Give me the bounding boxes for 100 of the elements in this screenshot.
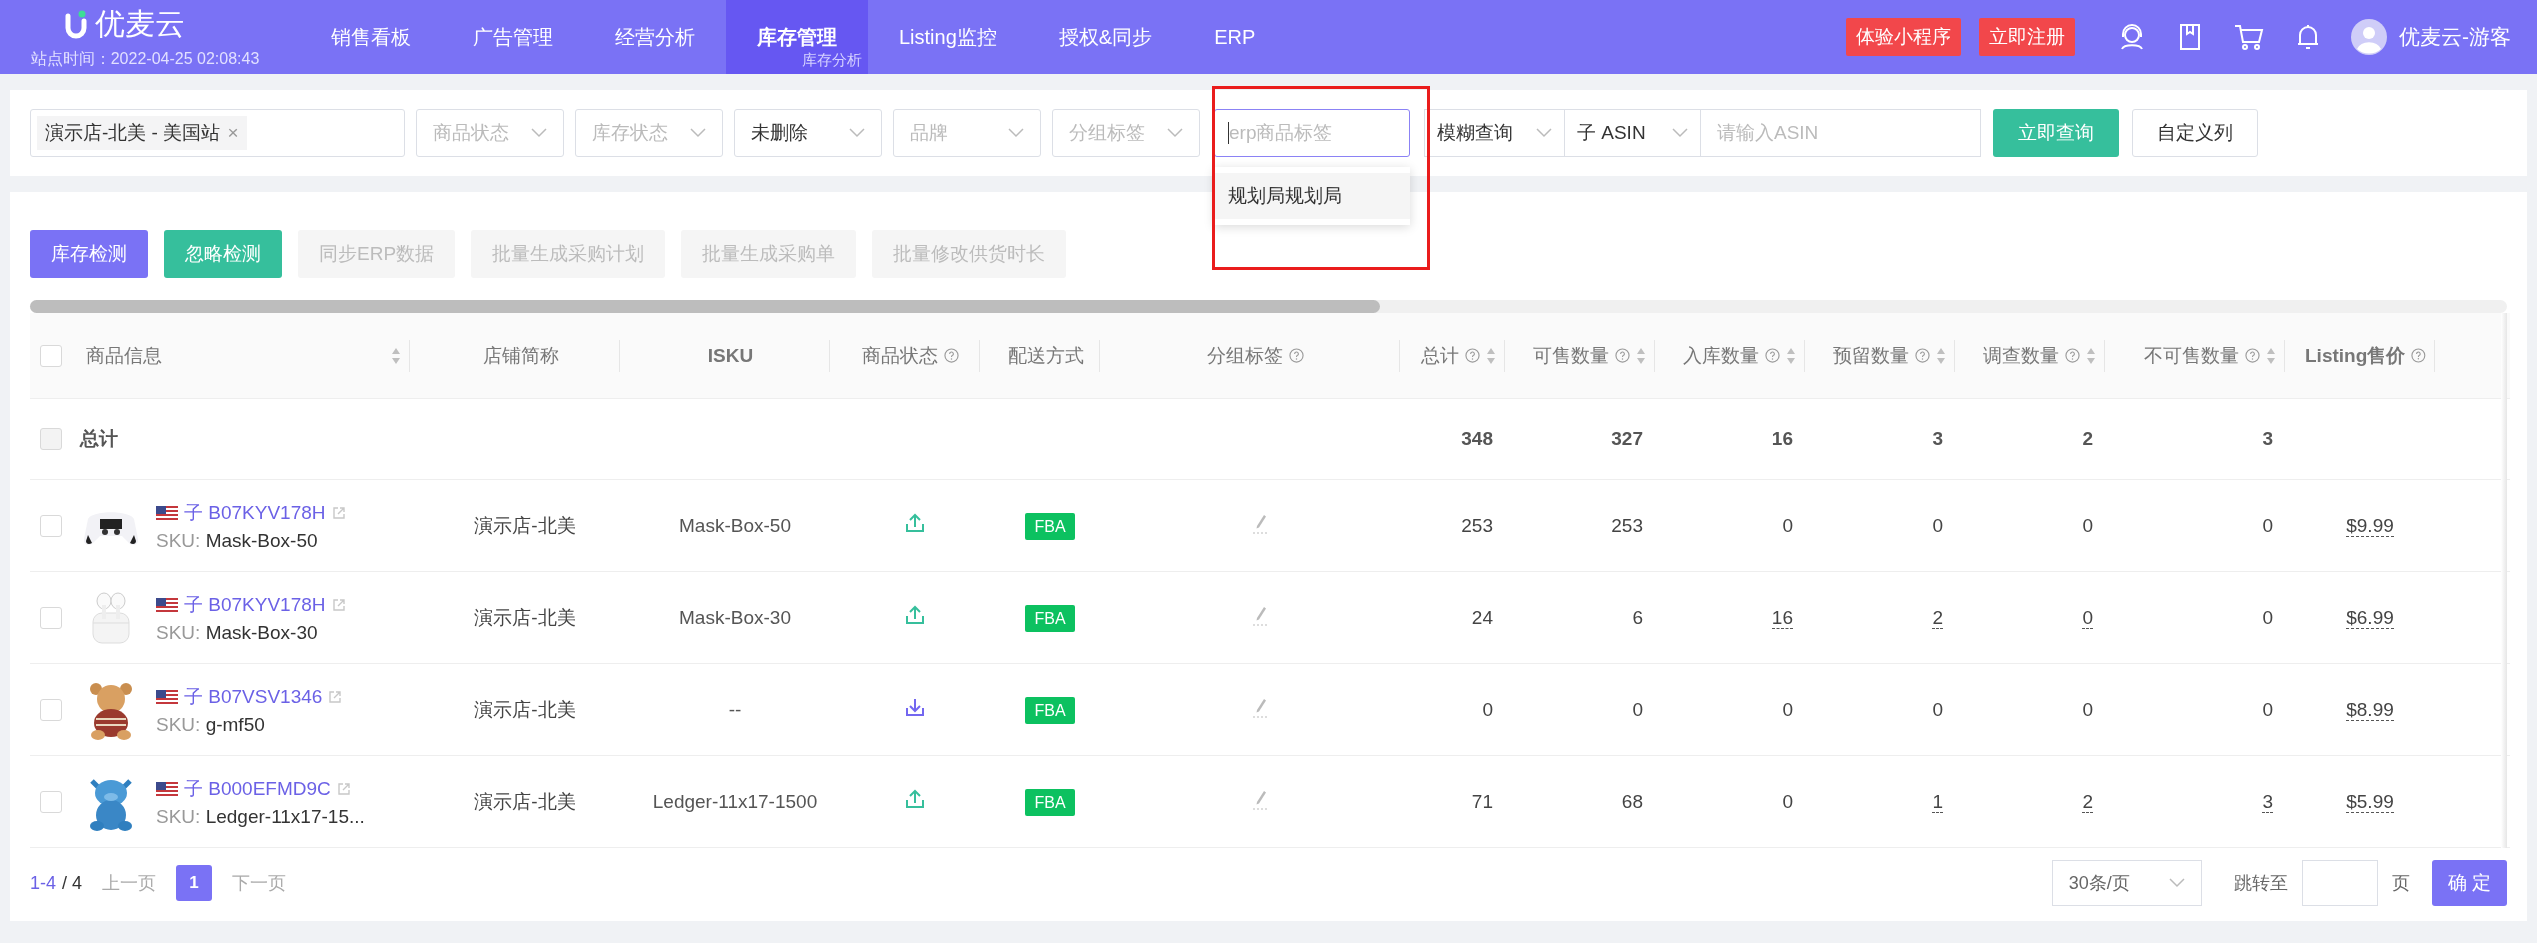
column-header: 调查数量 bbox=[1983, 343, 2059, 368]
avatar-icon[interactable] bbox=[2351, 19, 2387, 55]
nav-tab[interactable]: 销售看板 bbox=[300, 0, 442, 74]
nav-tab[interactable]: 经营分析 bbox=[584, 0, 726, 74]
sort-icon[interactable] bbox=[391, 346, 401, 365]
confirm-button[interactable]: 确 定 bbox=[2431, 860, 2507, 906]
help-icon[interactable] bbox=[1465, 348, 1480, 363]
asin-link[interactable]: 子 B07KYV178H bbox=[184, 499, 326, 526]
edit-icon[interactable] bbox=[1252, 604, 1268, 626]
tag-input-field[interactable]: erp商品标签 bbox=[1214, 109, 1410, 157]
page-button[interactable]: 1 bbox=[176, 865, 213, 901]
sort-icon[interactable] bbox=[1786, 346, 1796, 365]
jump-label: 跳转至 bbox=[2233, 872, 2288, 895]
asin-link[interactable]: 子 B07VSV1346 bbox=[184, 683, 323, 710]
sort-icon[interactable] bbox=[2266, 346, 2276, 365]
column-header: 店铺简称 bbox=[482, 343, 559, 368]
store-name: 演示店-北美 bbox=[474, 790, 576, 812]
help-icon[interactable] bbox=[2065, 348, 2080, 363]
filter-select[interactable]: 商品状态 bbox=[416, 109, 564, 157]
logo-icon bbox=[65, 9, 87, 40]
price-link[interactable]: $6.99 bbox=[2346, 606, 2394, 629]
quantity-value[interactable]: 1 bbox=[1932, 790, 1943, 813]
checkbox[interactable] bbox=[40, 698, 62, 721]
sku-text: SKU: Ledger-11x17-15... bbox=[156, 805, 365, 828]
checkbox[interactable] bbox=[40, 344, 62, 367]
filter-select[interactable]: 分组标签 bbox=[1052, 109, 1200, 157]
page-input-field[interactable] bbox=[2301, 860, 2378, 906]
sort-icon[interactable] bbox=[1486, 346, 1496, 365]
remove-tag-button[interactable]: × bbox=[227, 122, 239, 143]
checkbox[interactable] bbox=[40, 790, 62, 813]
price-link[interactable]: $8.99 bbox=[2346, 698, 2394, 721]
price-link[interactable]: $9.99 bbox=[2346, 514, 2394, 537]
help-icon[interactable] bbox=[1765, 348, 1780, 363]
download-icon[interactable] bbox=[905, 697, 925, 717]
promo-button[interactable]: 立即注册 bbox=[1979, 18, 2075, 56]
nav-tab[interactable]: 库存管理 库存分析 bbox=[726, 0, 868, 74]
custom-columns-button[interactable]: 自定义列 bbox=[2132, 109, 2258, 157]
edit-icon[interactable] bbox=[1252, 512, 1268, 534]
user-name[interactable]: 优麦云-游客 bbox=[2399, 23, 2511, 51]
filter-select[interactable]: 未删除 bbox=[734, 109, 882, 157]
quantity-value[interactable]: 2 bbox=[1932, 606, 1943, 629]
action-button[interactable]: 库存检测 bbox=[30, 230, 148, 278]
quantity-value[interactable]: 3 bbox=[2262, 790, 2273, 813]
column-header: 商品状态 bbox=[862, 343, 938, 368]
filter-select[interactable]: 品牌 bbox=[893, 109, 1041, 157]
scrollbar[interactable] bbox=[30, 300, 2507, 313]
quantity-value: 24 bbox=[1471, 606, 1493, 628]
help-icon[interactable] bbox=[1615, 348, 1630, 363]
price-link[interactable]: $5.99 bbox=[2346, 790, 2394, 813]
fulfillment-badge: FBA bbox=[1025, 696, 1075, 724]
checkbox[interactable] bbox=[40, 514, 62, 537]
quantity-value[interactable]: 2 bbox=[2082, 790, 2093, 813]
nav-tab[interactable]: ERP bbox=[1183, 0, 1287, 74]
upload-icon[interactable] bbox=[905, 513, 925, 533]
upload-icon[interactable] bbox=[905, 605, 925, 625]
book-icon[interactable] bbox=[2177, 22, 2203, 52]
action-button[interactable]: 忽略检测 bbox=[164, 230, 282, 278]
help-icon[interactable] bbox=[2411, 348, 2426, 363]
type-select[interactable]: 子 ASIN bbox=[1565, 109, 1701, 157]
bell-icon[interactable] bbox=[2295, 22, 2321, 52]
promo-button[interactable]: 体验小程序 bbox=[1846, 18, 1961, 56]
sort-icon[interactable] bbox=[2086, 346, 2096, 365]
store-select[interactable]: 演示店-北美 - 美国站 × bbox=[30, 109, 405, 157]
sort-icon[interactable] bbox=[1636, 346, 1646, 365]
quantity-value: 71 bbox=[1471, 790, 1493, 812]
match-select[interactable]: 模糊查询 bbox=[1424, 109, 1565, 157]
external-link-icon[interactable] bbox=[331, 597, 346, 612]
edit-icon[interactable] bbox=[1252, 788, 1268, 810]
edit-icon[interactable] bbox=[1252, 696, 1268, 718]
help-icon[interactable] bbox=[1915, 348, 1930, 363]
external-link-icon[interactable] bbox=[336, 781, 351, 796]
sort-icon[interactable] bbox=[1936, 346, 1946, 365]
prev-page-button[interactable]: 上一页 bbox=[96, 871, 163, 895]
next-page-button[interactable]: 下一页 bbox=[226, 871, 293, 895]
help-icon[interactable] bbox=[2245, 348, 2260, 363]
help-icon[interactable] bbox=[944, 348, 959, 363]
quantity-value: 253 bbox=[1461, 514, 1493, 536]
help-icon[interactable] bbox=[1289, 348, 1304, 363]
nav-tab[interactable]: Listing监控 bbox=[868, 0, 1028, 74]
asin-link[interactable]: 子 B000EFMD9C bbox=[184, 775, 331, 802]
nav-tab[interactable]: 授权&同步 bbox=[1027, 0, 1184, 74]
external-link-icon[interactable] bbox=[328, 689, 343, 704]
nav-tab[interactable]: 广告管理 bbox=[442, 0, 584, 74]
sku-text: SKU: Mask-Box-50 bbox=[156, 529, 319, 552]
search-button[interactable]: 立即查询 bbox=[1993, 109, 2119, 157]
checkbox[interactable] bbox=[40, 606, 62, 629]
chevron-icon bbox=[1008, 128, 1024, 138]
asin-link[interactable]: 子 B07KYV178H bbox=[184, 591, 326, 618]
page-size-select[interactable]: 30条/页 bbox=[2051, 860, 2202, 906]
upload-icon[interactable] bbox=[905, 789, 925, 809]
external-link-icon[interactable] bbox=[331, 505, 346, 520]
quantity-value[interactable]: 16 bbox=[1771, 606, 1793, 629]
cart-icon[interactable] bbox=[2233, 22, 2265, 52]
quantity-value: 0 bbox=[1482, 698, 1493, 720]
filter-select[interactable]: 库存状态 bbox=[575, 109, 723, 157]
quantity-value[interactable]: 0 bbox=[2082, 606, 2093, 629]
dropdown-option[interactable]: 规划局规划局 bbox=[1214, 173, 1410, 219]
isku-text: Mask-Box-50 bbox=[679, 514, 791, 536]
page-total: / 4 bbox=[62, 872, 83, 894]
asin-input-field[interactable]: 请输入ASIN bbox=[1701, 109, 1981, 157]
